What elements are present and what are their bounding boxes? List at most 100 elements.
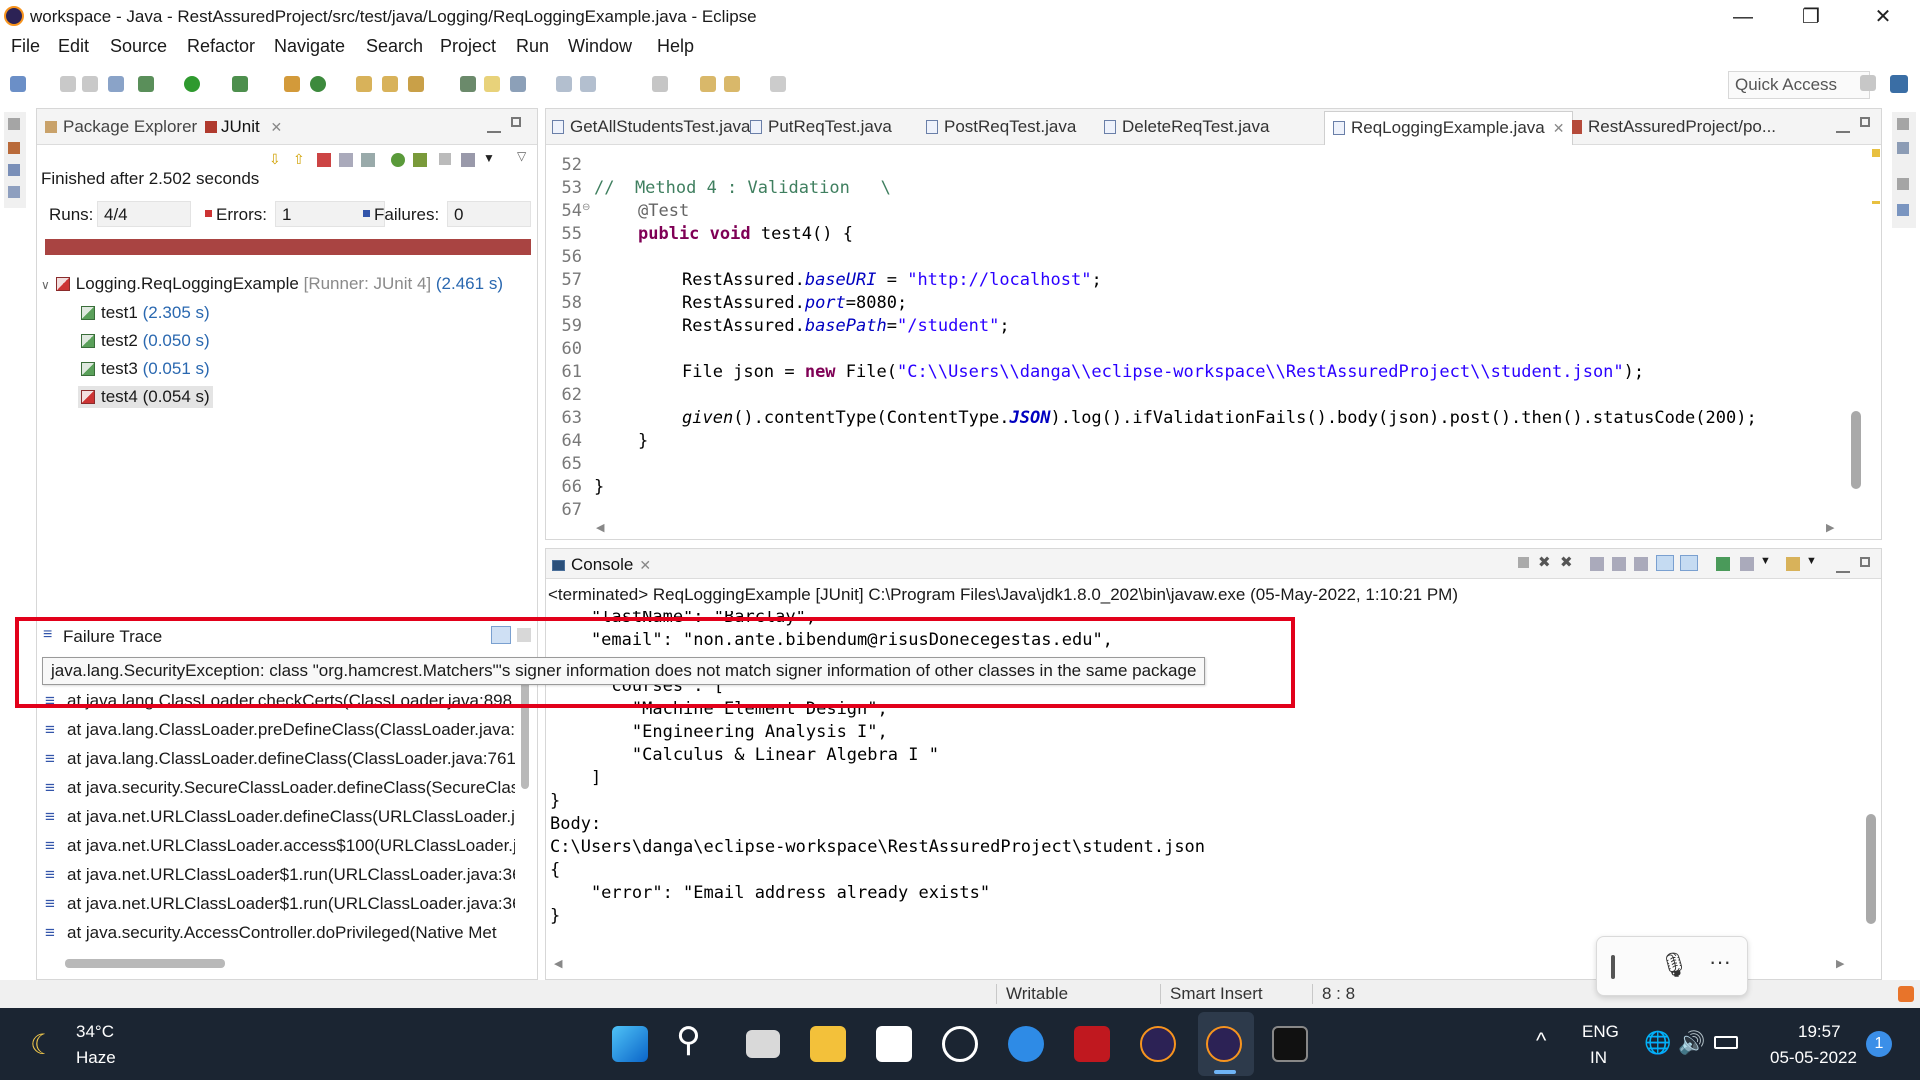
display-console-dropdown-icon[interactable]: ▼ (1760, 555, 1771, 567)
java-perspective-icon[interactable] (1890, 75, 1908, 93)
eclipse-icon[interactable] (1140, 1026, 1176, 1062)
hierarchy-icon[interactable] (8, 186, 20, 198)
menu-file[interactable]: File (11, 36, 40, 57)
toggle-mark-occurrences-icon[interactable] (460, 76, 476, 92)
run-icon[interactable] (184, 76, 200, 92)
start-windows-icon[interactable] (612, 1026, 648, 1062)
restore-icon[interactable] (1897, 118, 1909, 130)
rerun-test-icon[interactable] (391, 153, 405, 167)
show-hidden-icons-icon[interactable]: ^ (1536, 1028, 1546, 1054)
pin-console-icon[interactable] (1716, 557, 1730, 571)
tree-test-row[interactable]: test1 (2.305 s) (81, 303, 210, 323)
skip-breakpoints-icon[interactable] (108, 76, 124, 92)
quick-access-field[interactable]: Quick Access (1728, 71, 1870, 99)
editor-tab-active[interactable]: ReqLoggingExample.java ✕ (1324, 111, 1574, 145)
tree-test-row[interactable]: test3 (0.051 s) (81, 359, 210, 379)
open-console-dropdown-icon[interactable]: ▼ (1806, 555, 1817, 567)
menu-edit[interactable]: Edit (58, 36, 89, 57)
editor-vertical-scrollbar[interactable] (1851, 411, 1861, 489)
display-console-icon[interactable] (1740, 557, 1754, 571)
restore-icon[interactable] (1897, 178, 1909, 190)
help-icon[interactable] (1008, 1026, 1044, 1062)
trace-row[interactable]: ≡ at java.lang.ClassLoader.preDefineClass… (45, 720, 515, 740)
minimize-button[interactable]: — (1720, 2, 1766, 32)
new-class-icon[interactable] (310, 76, 326, 92)
trace-row[interactable]: ≡ at java.lang.ClassLoader.defineClass(Cl… (45, 749, 515, 769)
close-tab-icon[interactable]: ✕ (1553, 120, 1565, 136)
notification-badge[interactable]: 1 (1866, 1031, 1892, 1057)
region-indicator[interactable]: IN (1590, 1048, 1607, 1068)
tab-package-explorer[interactable]: Package Explorer (45, 117, 197, 137)
editor-tab[interactable]: DeleteReqTest.java (1104, 117, 1269, 137)
outline-view-icon[interactable] (1897, 204, 1909, 216)
search-icon[interactable] (408, 76, 424, 92)
menu-refactor[interactable]: Refactor (187, 36, 255, 57)
trace-row[interactable]: ≡ at java.net.URLClassLoader$1.run(URLCla… (45, 894, 515, 914)
package-explorer-icon[interactable] (8, 142, 20, 154)
menu-navigate[interactable]: Navigate (274, 36, 345, 57)
next-failure-icon[interactable]: ⇩ (269, 151, 283, 167)
show-whitespace-icon[interactable] (510, 76, 526, 92)
show-skipped-icon[interactable] (339, 153, 353, 167)
new-java-project-icon[interactable] (284, 76, 300, 92)
outline-icon[interactable] (8, 164, 20, 176)
trace-row[interactable]: ≡ at java.net.URLClassLoader.access$100(U… (45, 836, 515, 856)
clear-console-icon[interactable] (1590, 557, 1604, 571)
microsoft-store-icon[interactable] (876, 1026, 912, 1062)
notification-icon[interactable] (1898, 986, 1914, 1002)
menu-search[interactable]: Search (366, 36, 423, 57)
block-selection-icon[interactable] (556, 76, 572, 92)
show-source-icon[interactable] (580, 76, 596, 92)
menu-run[interactable]: Run (516, 36, 549, 57)
clock-date[interactable]: 05-05-2022 (1770, 1048, 1857, 1068)
weather-temperature[interactable]: 34°C (76, 1022, 114, 1042)
language-indicator[interactable]: ENG (1582, 1022, 1619, 1042)
weather-moon-icon[interactable]: ☾ (30, 1028, 55, 1061)
tree-suite-row[interactable]: ∨ Logging.ReqLoggingExample [Runner: JUni… (41, 274, 503, 294)
obs-icon[interactable] (942, 1026, 978, 1062)
save-all-icon[interactable] (82, 76, 98, 92)
back-icon[interactable] (724, 76, 740, 92)
task-view-icon[interactable] (746, 1030, 780, 1058)
close-tab-icon[interactable]: ✕ (270, 119, 282, 135)
menu-window[interactable]: Window (568, 36, 632, 57)
open-perspective-icon[interactable] (1860, 75, 1876, 91)
scroll-right-icon[interactable]: ▶ (1826, 521, 1834, 534)
terminate-icon[interactable] (1518, 557, 1529, 568)
scroll-left-icon[interactable]: ◀ (596, 521, 604, 534)
open-console-icon[interactable] (1786, 557, 1800, 571)
expand-chevron-icon[interactable]: ∨ (41, 278, 50, 292)
next-annotation-icon[interactable] (652, 76, 668, 92)
code-area[interactable]: 52 53 54 55 56 57 58 59 60 61 62 63 64 6… (546, 149, 1846, 520)
editor-tab[interactable]: PutReqTest.java (750, 117, 892, 137)
file-explorer-icon[interactable] (810, 1026, 846, 1062)
menu-help[interactable]: Help (657, 36, 694, 57)
trace-horizontal-scrollbar[interactable] (65, 959, 225, 968)
editor-tab[interactable]: GetAllStudentsTest.java (552, 117, 750, 137)
overview-marker-icon[interactable] (1872, 201, 1880, 204)
maximize-editor-icon[interactable] (1860, 117, 1870, 127)
history-dropdown-icon[interactable]: ▼ (483, 151, 495, 165)
forward-icon[interactable] (770, 76, 786, 92)
debug-icon[interactable] (138, 76, 154, 92)
battery-icon[interactable] (1714, 1036, 1738, 1049)
view-menu-icon[interactable]: ▽ (517, 149, 526, 163)
scroll-right-icon[interactable]: ▶ (1836, 957, 1844, 970)
maximize-console-icon[interactable] (1860, 557, 1870, 567)
minimize-view-icon[interactable] (487, 119, 501, 133)
trace-row[interactable]: ≡ at java.security.AccessController.doPri… (45, 923, 515, 943)
menu-source[interactable]: Source (110, 36, 167, 57)
clock-time[interactable]: 19:57 (1798, 1022, 1841, 1042)
open-type-icon[interactable] (356, 76, 372, 92)
menu-project[interactable]: Project (440, 36, 496, 57)
scroll-lock-icon[interactable] (1612, 557, 1626, 571)
eclipse-active-icon[interactable] (1206, 1026, 1242, 1062)
fold-icon[interactable]: ⊖ (582, 202, 590, 213)
save-icon[interactable] (60, 76, 76, 92)
maximize-view-icon[interactable] (511, 117, 521, 127)
history-icon[interactable] (461, 153, 475, 167)
trace-row[interactable]: ≡ at java.security.SecureClassLoader.defi… (45, 778, 515, 798)
scroll-left-icon[interactable]: ◀ (554, 957, 562, 970)
open-task-icon[interactable] (382, 76, 398, 92)
more-options-icon[interactable]: ··· (1709, 949, 1731, 975)
